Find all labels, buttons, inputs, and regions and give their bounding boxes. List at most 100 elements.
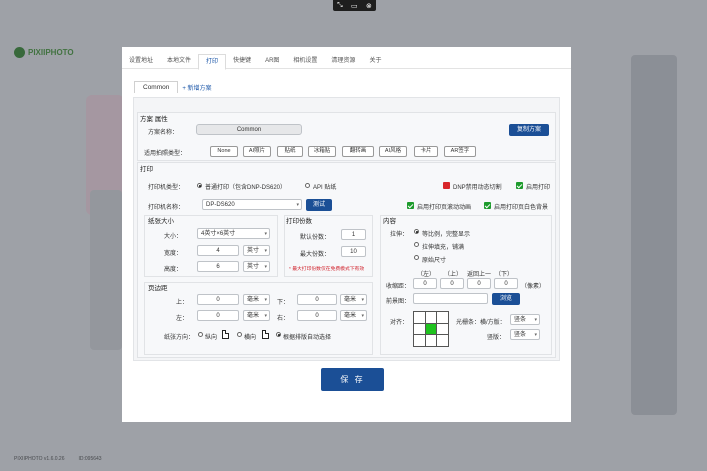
copies-title: 打印份数 bbox=[286, 218, 312, 225]
margin-left-unit[interactable]: 毫米 ▾ bbox=[243, 310, 270, 321]
orientation-label: 纸张方向： bbox=[164, 335, 195, 341]
copy-scheme-button[interactable]: 复制方案 bbox=[509, 124, 549, 136]
scroll-anim-checkbox[interactable] bbox=[407, 202, 414, 209]
dnp-cut-label: DNP禁用动态切割 bbox=[453, 185, 502, 191]
height-unit-select[interactable]: 英寸 ▾ bbox=[243, 261, 270, 272]
vertical-value: 竖条 bbox=[514, 332, 527, 338]
shrink-bottom-input[interactable]: 0 bbox=[494, 278, 518, 289]
raster-select[interactable]: 竖条 ▾ bbox=[510, 314, 540, 325]
type-chip-ai-photo[interactable]: AI照片 bbox=[243, 146, 271, 157]
margin-top-label: 上： bbox=[176, 300, 189, 306]
type-chip-fridge-magnet[interactable]: 冰箱贴 bbox=[308, 146, 336, 157]
radio-normal-print[interactable] bbox=[197, 183, 202, 188]
tab-shortcuts[interactable]: 快捷键 bbox=[226, 54, 258, 68]
margin-bottom-input[interactable]: 0 bbox=[297, 294, 337, 305]
shrink-left-input[interactable]: 0 bbox=[413, 278, 437, 289]
align-bottom-center[interactable] bbox=[425, 335, 437, 346]
chevron-down-icon: ▾ bbox=[264, 264, 267, 270]
vertical-select[interactable]: 竖条 ▾ bbox=[510, 329, 540, 340]
chevron-down-icon: ▾ bbox=[296, 202, 299, 208]
default-copies-input[interactable]: 1 bbox=[341, 229, 366, 240]
close-icon[interactable]: ⊗ bbox=[366, 2, 372, 10]
height-input[interactable]: 6 bbox=[197, 261, 239, 272]
scheme-name-label: 方案名称： bbox=[148, 130, 179, 136]
width-input[interactable]: 4 bbox=[197, 245, 239, 256]
radio-stretch-uniform[interactable] bbox=[414, 229, 419, 234]
align-top-right[interactable] bbox=[437, 312, 448, 323]
tab-cleanup[interactable]: 清理资源 bbox=[324, 54, 362, 68]
dnp-cut-checkbox[interactable] bbox=[443, 182, 450, 189]
align-center[interactable] bbox=[425, 323, 437, 335]
type-chip-ai-style[interactable]: AI风格 bbox=[379, 146, 407, 157]
max-copies-input[interactable]: 10 bbox=[341, 246, 366, 257]
alignment-grid[interactable] bbox=[413, 311, 449, 347]
margin-header-bottom: （下） bbox=[495, 272, 514, 278]
radio-api-sticker[interactable] bbox=[305, 183, 310, 188]
margin-header-left: （左） bbox=[417, 272, 436, 278]
scheme-tabs: Common + 新增方案 bbox=[134, 81, 212, 93]
printer-name-select[interactable]: DP-DS620 ▾ bbox=[202, 199, 302, 210]
margin-top-unit[interactable]: 毫米 ▾ bbox=[243, 294, 270, 305]
paper-size-select[interactable]: 4英寸×6英寸 ▾ bbox=[197, 228, 270, 239]
margin-bottom-unit-value: 毫米 bbox=[344, 297, 357, 303]
tab-camera[interactable]: 相机设置 bbox=[286, 54, 324, 68]
chevron-down-icon: ▾ bbox=[361, 297, 364, 303]
chevron-down-icon: ▾ bbox=[264, 297, 267, 303]
margin-right-unit[interactable]: 毫米 ▾ bbox=[340, 310, 367, 321]
radio-original-size[interactable] bbox=[414, 255, 419, 260]
settings-tabs: 设置地址 本地文件 打印 快捷键 AR图 相机设置 清理资源 关于 bbox=[122, 54, 571, 70]
scheme-name-field[interactable]: Common bbox=[196, 124, 302, 135]
align-middle-right[interactable] bbox=[437, 323, 448, 335]
margins-title: 页边距 bbox=[148, 285, 168, 292]
printer-type-label: 打印机类型： bbox=[148, 185, 185, 191]
scheme-tab-common[interactable]: Common bbox=[134, 81, 179, 93]
enable-print-label: 启用打印 bbox=[526, 185, 551, 191]
margin-left-input[interactable]: 0 bbox=[197, 310, 239, 321]
width-unit-select[interactable]: 英寸 ▾ bbox=[243, 245, 270, 256]
radio-landscape[interactable] bbox=[237, 332, 242, 337]
tab-print[interactable]: 打印 bbox=[198, 54, 227, 70]
width-label: 宽度： bbox=[164, 251, 183, 257]
align-top-center[interactable] bbox=[425, 312, 437, 323]
save-button[interactable]: 保 存 bbox=[321, 368, 384, 391]
radio-portrait[interactable] bbox=[198, 332, 203, 337]
margin-bottom-unit[interactable]: 毫米 ▾ bbox=[340, 294, 367, 305]
type-chip-card[interactable]: 卡片 bbox=[414, 146, 438, 157]
tab-local-files[interactable]: 本地文件 bbox=[160, 54, 198, 68]
collapse-icon[interactable]: ⤡ bbox=[337, 2, 343, 10]
align-top-left[interactable] bbox=[414, 312, 425, 323]
type-chip-none[interactable]: None bbox=[210, 146, 238, 157]
foreground-path-input[interactable] bbox=[413, 293, 488, 304]
margin-top-input[interactable]: 0 bbox=[197, 294, 239, 305]
portrait-page-icon bbox=[222, 330, 229, 339]
browse-button[interactable]: 浏览 bbox=[492, 293, 520, 305]
margin-right-input[interactable]: 0 bbox=[297, 310, 337, 321]
type-chip-ar-sign[interactable]: AR签字 bbox=[444, 146, 476, 157]
test-printer-button[interactable]: 测试 bbox=[306, 199, 332, 211]
align-middle-left[interactable] bbox=[414, 323, 425, 335]
screen-icon[interactable]: ▭ bbox=[351, 2, 358, 10]
type-chip-flip-picture[interactable]: 翻转画 bbox=[342, 146, 374, 157]
add-scheme-link[interactable]: + 新增方案 bbox=[182, 83, 211, 92]
paper-size-label: 大小： bbox=[164, 234, 183, 240]
printer-name-label: 打印机名称： bbox=[148, 205, 185, 211]
align-bottom-right[interactable] bbox=[437, 335, 448, 346]
tab-address[interactable]: 设置地址 bbox=[122, 54, 160, 68]
radio-auto-orient[interactable] bbox=[276, 332, 281, 337]
type-chip-sticker[interactable]: 贴纸 bbox=[277, 146, 303, 157]
tab-about[interactable]: 关于 bbox=[362, 54, 388, 68]
window-controls: ⤡ ▭ ⊗ bbox=[333, 0, 376, 11]
shrink-top-input[interactable]: 0 bbox=[440, 278, 464, 289]
radio-stretch-fill[interactable] bbox=[414, 242, 419, 247]
align-bottom-left[interactable] bbox=[414, 335, 425, 346]
white-bg-checkbox[interactable] bbox=[484, 202, 491, 209]
scroll-anim-label: 启用打印页滚动动画 bbox=[417, 205, 472, 211]
shrink-label: 收缩距： bbox=[386, 284, 411, 290]
print-section-title: 打印 bbox=[140, 166, 153, 173]
enable-print-checkbox[interactable] bbox=[516, 182, 523, 189]
shrink-right-input[interactable]: 0 bbox=[467, 278, 491, 289]
settings-dialog: 设置地址 本地文件 打印 快捷键 AR图 相机设置 清理资源 关于 Common… bbox=[122, 47, 571, 422]
landscape-label: 横向 bbox=[244, 335, 257, 341]
tab-ar[interactable]: AR图 bbox=[258, 54, 286, 68]
margin-right-label: 右： bbox=[277, 316, 290, 322]
